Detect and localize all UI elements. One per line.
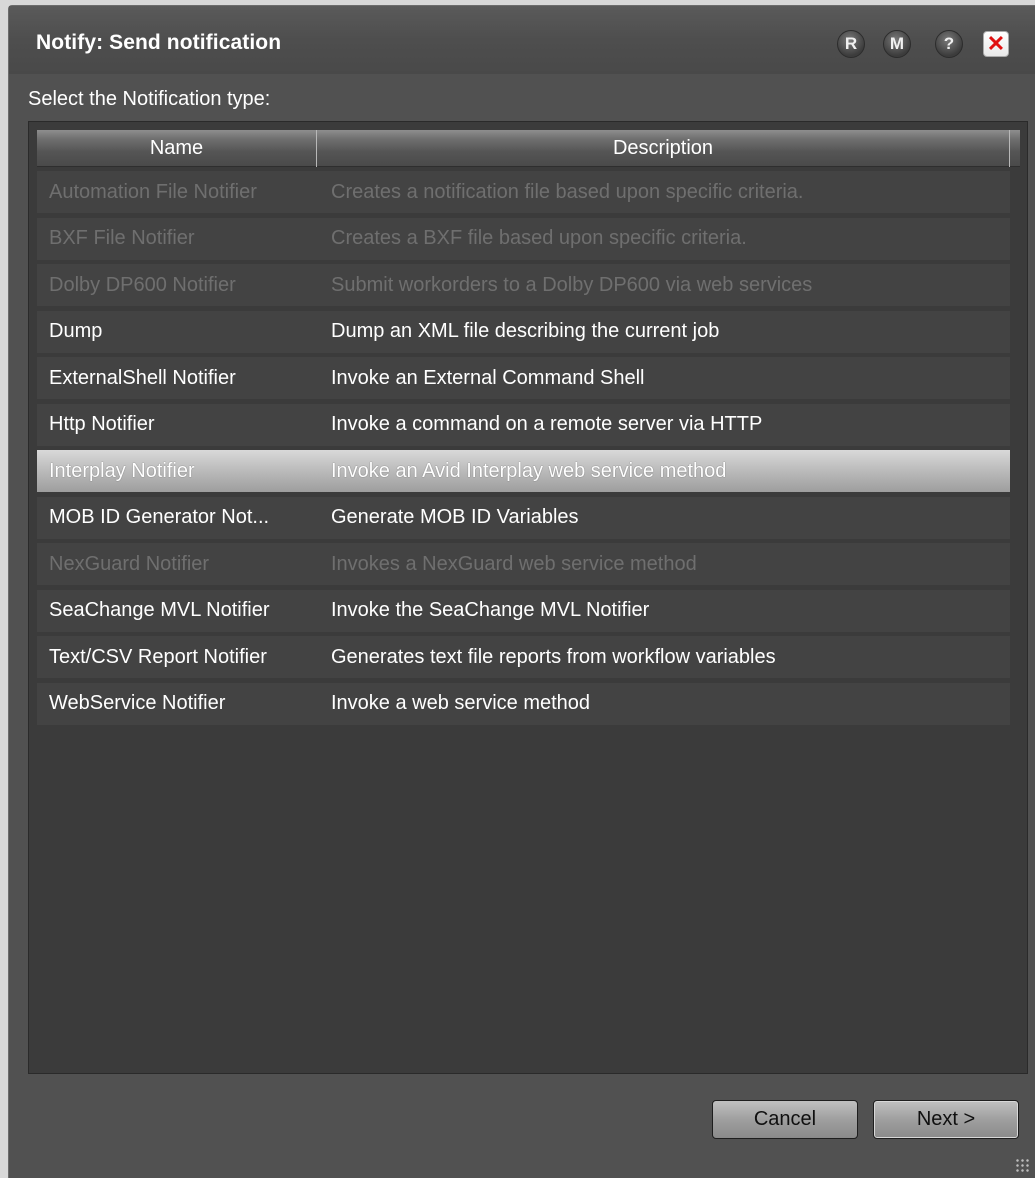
list-item-name: Interplay Notifier	[49, 459, 195, 482]
list-item[interactable]: ExternalShell Notifier Invoke an External…	[37, 357, 1010, 399]
list-item[interactable]: Dump Dump an XML file describing the curr…	[37, 310, 1010, 353]
list-item-name: Http Notifier	[49, 413, 155, 435]
list-item-description: Generate MOB ID Variables	[331, 506, 579, 528]
list-item-name: Text/CSV Report Notifier	[49, 645, 267, 668]
list-item-description: Creates a notification file based upon s…	[331, 180, 804, 203]
list-item[interactable]: WebService Notifier Invoke a web service …	[37, 682, 1010, 725]
dialog-title: Notify: Send notification	[36, 31, 282, 54]
list-item-name: MOB ID Generator Not...	[49, 506, 270, 528]
list-item-description: Invokes a NexGuard web service method	[331, 552, 697, 575]
title-bar[interactable]: Notify: Send notification R M ? ✕	[9, 6, 1035, 74]
list-item-description: Invoke a command on a remote server via …	[331, 413, 763, 435]
list-item[interactable]: SeaChange MVL Notifier Invoke the SeaChan…	[37, 589, 1010, 632]
notification-dialog: Notify: Send notification R M ? ✕ Select…	[8, 5, 1035, 1178]
list-item[interactable]: Dolby DP600 Notifier Submit workorders to…	[37, 264, 1010, 306]
list-item[interactable]: Automation File Notifier Creates a notifi…	[37, 171, 1010, 213]
list-item-description: Invoke an External Command Shell	[331, 366, 645, 389]
help-button[interactable]: ?	[935, 30, 963, 58]
list-item-name: NexGuard Notifier	[49, 552, 210, 575]
list-item-name: WebService Notifier	[49, 692, 226, 714]
list-item-description: Invoke a web service method	[331, 692, 591, 714]
list-rows: Automation File Notifier Creates a notifi…	[37, 171, 1010, 729]
list-item-name: SeaChange MVL Notifier	[49, 599, 270, 621]
list-item-description: Invoke an Avid Interplay web service met…	[331, 459, 727, 482]
column-header-name[interactable]: Name	[37, 130, 317, 167]
m-button[interactable]: M	[883, 30, 911, 58]
list-item[interactable]: BXF File Notifier Creates a BXF file base…	[37, 217, 1010, 260]
list-item-name: ExternalShell Notifier	[49, 366, 236, 389]
list-header: Name Description	[37, 130, 1020, 167]
list-item-description: Invoke the SeaChange MVL Notifier	[331, 599, 650, 621]
list-item-name: Automation File Notifier	[49, 180, 257, 203]
list-item-description: Dump an XML file describing the current …	[331, 320, 720, 342]
list-item[interactable]: Interplay Notifier Invoke an Avid Interpl…	[37, 450, 1010, 492]
list-item[interactable]: Text/CSV Report Notifier Generates text f…	[37, 636, 1010, 678]
list-item-name: Dolby DP600 Notifier	[49, 273, 236, 296]
list-item[interactable]: Http Notifier Invoke a command on a remot…	[37, 403, 1010, 446]
next-button[interactable]: Next >	[873, 1100, 1019, 1139]
close-button[interactable]: ✕	[983, 31, 1009, 57]
column-header-description[interactable]: Description	[317, 130, 1010, 167]
prompt-label: Select the Notification type:	[28, 88, 271, 110]
list-item[interactable]: MOB ID Generator Not... Generate MOB ID V…	[37, 496, 1010, 539]
r-button[interactable]: R	[837, 30, 865, 58]
list-item-description: Creates a BXF file based upon specific c…	[331, 227, 747, 249]
list-item-name: Dump	[49, 320, 103, 342]
list-item-description: Generates text file reports from workflo…	[331, 645, 776, 668]
list-item[interactable]: NexGuard Notifier Invokes a NexGuard web …	[37, 543, 1010, 585]
list-item-name: BXF File Notifier	[49, 227, 195, 249]
resize-grip-icon[interactable]	[1015, 1158, 1031, 1174]
cancel-button[interactable]: Cancel	[712, 1100, 858, 1139]
notification-type-list[interactable]: Name Description Automation File Notifie…	[28, 121, 1028, 1074]
list-item-description: Submit workorders to a Dolby DP600 via w…	[331, 273, 813, 296]
